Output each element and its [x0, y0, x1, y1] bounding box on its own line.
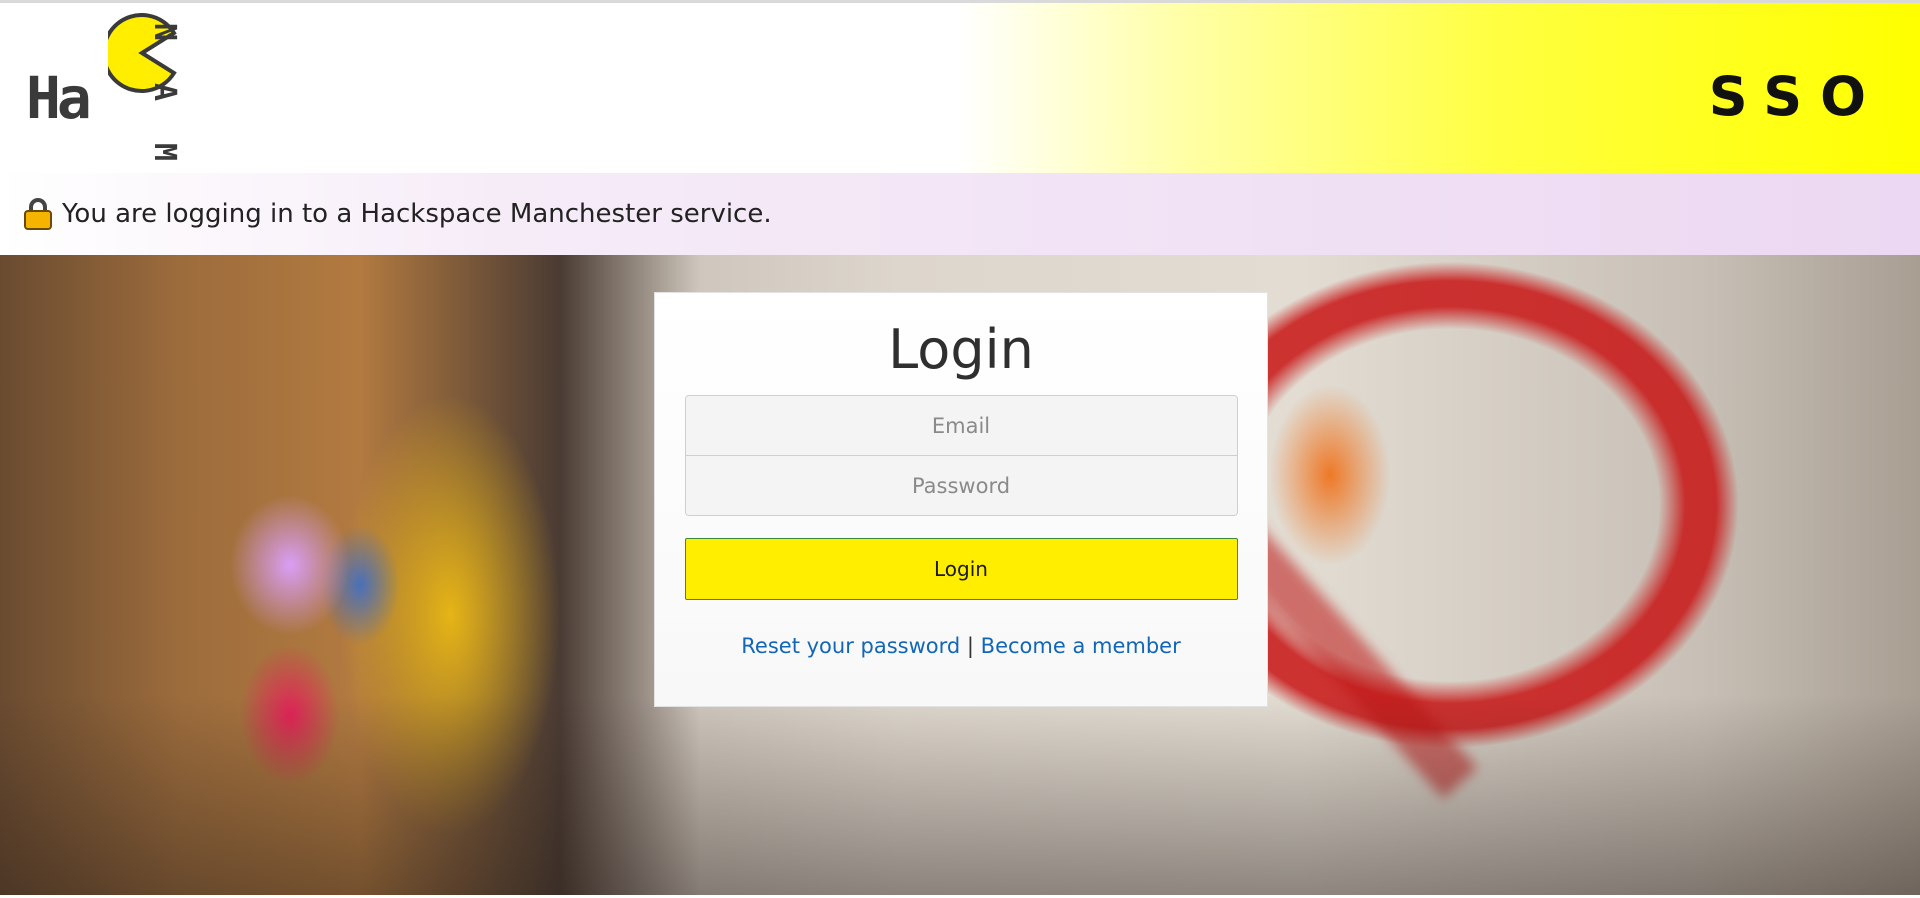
become-member-link[interactable]: Become a member — [981, 634, 1181, 658]
reset-password-link[interactable]: Reset your password — [741, 634, 960, 658]
notice-text: You are logging in to a Hackspace Manche… — [62, 199, 772, 229]
logo-letter: N — [147, 22, 182, 42]
service-notice: You are logging in to a Hackspace Manche… — [0, 173, 1920, 255]
auth-links: Reset your password | Become a member — [741, 634, 1180, 658]
password-input[interactable] — [685, 456, 1237, 515]
lock-icon — [24, 198, 52, 230]
login-title: Login — [888, 318, 1034, 381]
site-header: Ha N A M SSO — [0, 3, 1920, 173]
background-shade — [0, 695, 1920, 895]
email-input[interactable] — [685, 396, 1237, 455]
logo-letter: A — [147, 82, 182, 102]
logo-vertical-text: N A M — [144, 17, 184, 167]
link-separator: | — [966, 634, 974, 658]
login-card: Login Login Reset your password | Become… — [654, 292, 1268, 707]
login-button[interactable]: Login — [684, 538, 1238, 600]
credentials-group — [684, 395, 1238, 516]
logo-letter: M — [147, 142, 182, 162]
hacman-logo[interactable]: Ha N A M — [22, 13, 192, 168]
logo-text: Ha — [26, 64, 92, 132]
header-title: SSO — [1708, 65, 1884, 128]
